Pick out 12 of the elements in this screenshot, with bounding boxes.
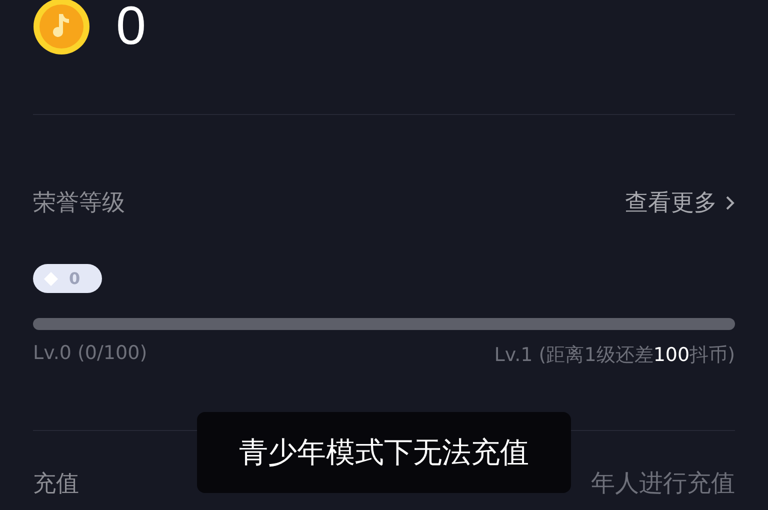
view-more-link[interactable]: 查看更多 (625, 187, 735, 218)
current-level-text: Lv.0 (0/100) (33, 342, 148, 366)
chevron-right-icon (725, 194, 735, 210)
coin-icon (33, 0, 90, 54)
section-title: 充值 (33, 470, 79, 498)
toast-message: 青少年模式下无法充值 (197, 412, 571, 493)
coin-balance: 0 (116, 0, 146, 53)
diamond-icon (43, 270, 59, 286)
section-title: 荣誉等级 (33, 189, 125, 218)
recharge-note: 年人进行充值 (591, 468, 735, 499)
badge-level: 0 (69, 269, 80, 288)
next-level-text: Lv.1 (距离1级还差100抖币) (494, 343, 735, 368)
